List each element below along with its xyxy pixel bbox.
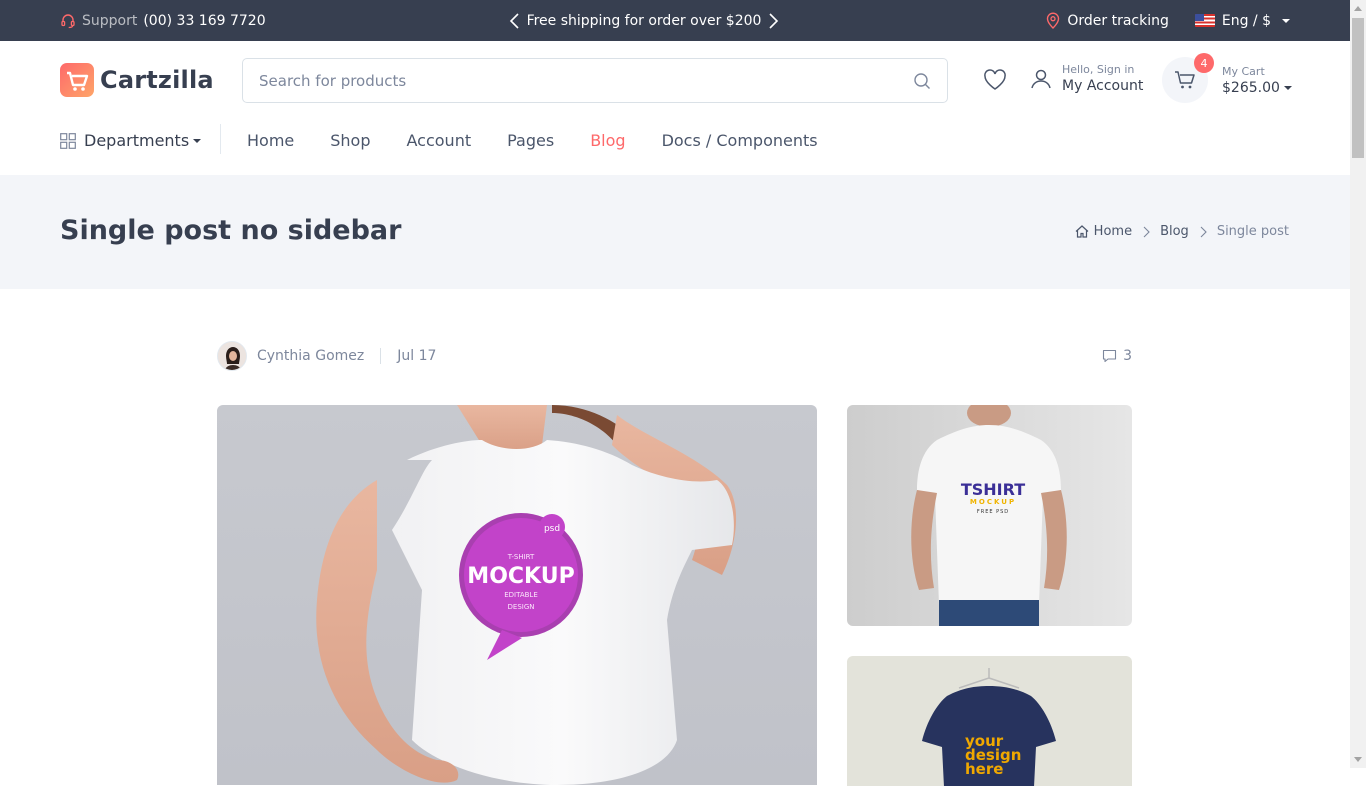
- meta-divider: [380, 348, 382, 364]
- heart-icon: [984, 69, 1006, 90]
- departments-dropdown[interactable]: Departments: [60, 131, 202, 150]
- nav-link-pages[interactable]: Pages: [507, 131, 554, 150]
- caret-down-icon: [1282, 18, 1290, 23]
- breadcrumb-blog[interactable]: Blog: [1160, 224, 1189, 239]
- page-title: Single post no sidebar: [60, 215, 402, 246]
- brand-name: Cartzilla: [100, 66, 214, 94]
- page-title-band: Single post no sidebar Home Blog Single …: [0, 175, 1350, 289]
- post-main-image[interactable]: psd T-SHIRT MOCKUP EDITABLE DESIGN: [217, 405, 817, 785]
- top-bar: Support (00) 33 169 7720 Free shipping f…: [0, 0, 1350, 41]
- promo-text: Free shipping for order over $200: [526, 12, 762, 29]
- cart-label: My Cart: [1222, 64, 1265, 78]
- side1-text-free-psd: FREE PSD: [977, 509, 1009, 515]
- comment-icon: [1103, 349, 1117, 363]
- us-flag-icon: [1194, 14, 1215, 27]
- search-icon[interactable]: [913, 72, 931, 90]
- order-tracking-label: Order tracking: [1067, 12, 1169, 29]
- author-name[interactable]: Cynthia Gomez: [257, 348, 364, 364]
- support-phone[interactable]: (00) 33 169 7720: [143, 13, 265, 29]
- location-pin-icon: [1047, 12, 1060, 29]
- cart-icon-wrap: 4: [1162, 53, 1214, 103]
- order-tracking-link[interactable]: Order tracking: [1046, 12, 1169, 29]
- wishlist-button[interactable]: [983, 69, 1007, 95]
- nav-link-docs[interactable]: Docs / Components: [662, 131, 818, 150]
- main-img-text-tshirt: T-SHIRT: [507, 553, 535, 561]
- page-scrollbar[interactable]: [1350, 0, 1366, 768]
- nav-link-blog[interactable]: Blog: [590, 131, 625, 150]
- main-nav: Departments Home Shop Account Pages Blog…: [0, 119, 1350, 175]
- nav-links: Home Shop Account Pages Blog Docs / Comp…: [247, 131, 818, 150]
- nav-divider: [220, 124, 221, 154]
- cart-total: $265.00: [1222, 80, 1292, 96]
- scroll-thumb[interactable]: [1352, 18, 1364, 158]
- headset-icon: [61, 13, 75, 28]
- account-label: My Account: [1062, 78, 1144, 94]
- comments-count: 3: [1123, 348, 1132, 364]
- post-side-image-2[interactable]: your design here: [847, 656, 1132, 786]
- scroll-up-arrow-icon[interactable]: [1354, 6, 1362, 11]
- post-date: Jul 17: [397, 348, 437, 364]
- home-icon: [1075, 225, 1089, 238]
- logo-cart-icon: [60, 63, 94, 97]
- side2-text-here: here: [965, 760, 1003, 778]
- caret-down-icon: [193, 138, 202, 143]
- side1-text-mockup: MOCKUP: [970, 498, 1016, 506]
- chevron-right-icon[interactable]: [766, 12, 780, 30]
- support-info[interactable]: Support (00) 33 169 7720: [60, 0, 266, 41]
- breadcrumb-current: Single post: [1216, 224, 1289, 239]
- post-meta: Cynthia Gomez Jul 17 3: [217, 341, 1132, 371]
- promo-carousel: Free shipping for order over $200: [508, 0, 780, 41]
- main-img-text-mockup: MOCKUP: [467, 564, 574, 589]
- main-img-text-editable: EDITABLE: [504, 591, 538, 599]
- language-currency-dropdown[interactable]: Eng / $: [1194, 12, 1290, 29]
- side1-text-tshirt: TSHIRT: [961, 480, 1025, 499]
- author-avatar[interactable]: [217, 341, 247, 371]
- caret-down-icon: [1283, 85, 1292, 90]
- chevron-left-icon[interactable]: [508, 12, 522, 30]
- cart-count-badge: 4: [1194, 53, 1214, 73]
- scroll-down-arrow-icon[interactable]: [1354, 757, 1362, 762]
- search-box[interactable]: [242, 58, 948, 103]
- header: Cartzilla Hello, Sign in My Account 4 My…: [0, 41, 1350, 119]
- account-link[interactable]: Hello, Sign in My Account: [1030, 63, 1143, 94]
- main-img-text-psd: psd: [544, 524, 560, 534]
- chevron-right-icon: [1143, 226, 1150, 237]
- main-img-text-design: DESIGN: [508, 603, 535, 611]
- cart-icon: [1175, 71, 1195, 89]
- nav-link-home[interactable]: Home: [247, 131, 294, 150]
- nav-link-shop[interactable]: Shop: [330, 131, 370, 150]
- chevron-right-icon: [1200, 226, 1207, 237]
- logo[interactable]: Cartzilla: [60, 63, 214, 97]
- breadcrumb: Home Blog Single post: [1075, 224, 1289, 239]
- search-input[interactable]: [259, 71, 913, 90]
- nav-link-account[interactable]: Account: [407, 131, 472, 150]
- comments-link[interactable]: 3: [1102, 348, 1132, 364]
- breadcrumb-home[interactable]: Home: [1075, 224, 1132, 239]
- cart-button[interactable]: 4 My Cart $265.00: [1162, 53, 1292, 103]
- post-side-image-1[interactable]: TSHIRT MOCKUP FREE PSD: [847, 405, 1132, 626]
- account-greeting: Hello, Sign in: [1062, 63, 1135, 76]
- grid-icon: [60, 132, 76, 149]
- support-label: Support: [82, 12, 138, 29]
- user-icon: [1031, 69, 1051, 88]
- lang-currency-label: Eng / $: [1221, 12, 1271, 29]
- departments-label: Departments: [84, 131, 190, 150]
